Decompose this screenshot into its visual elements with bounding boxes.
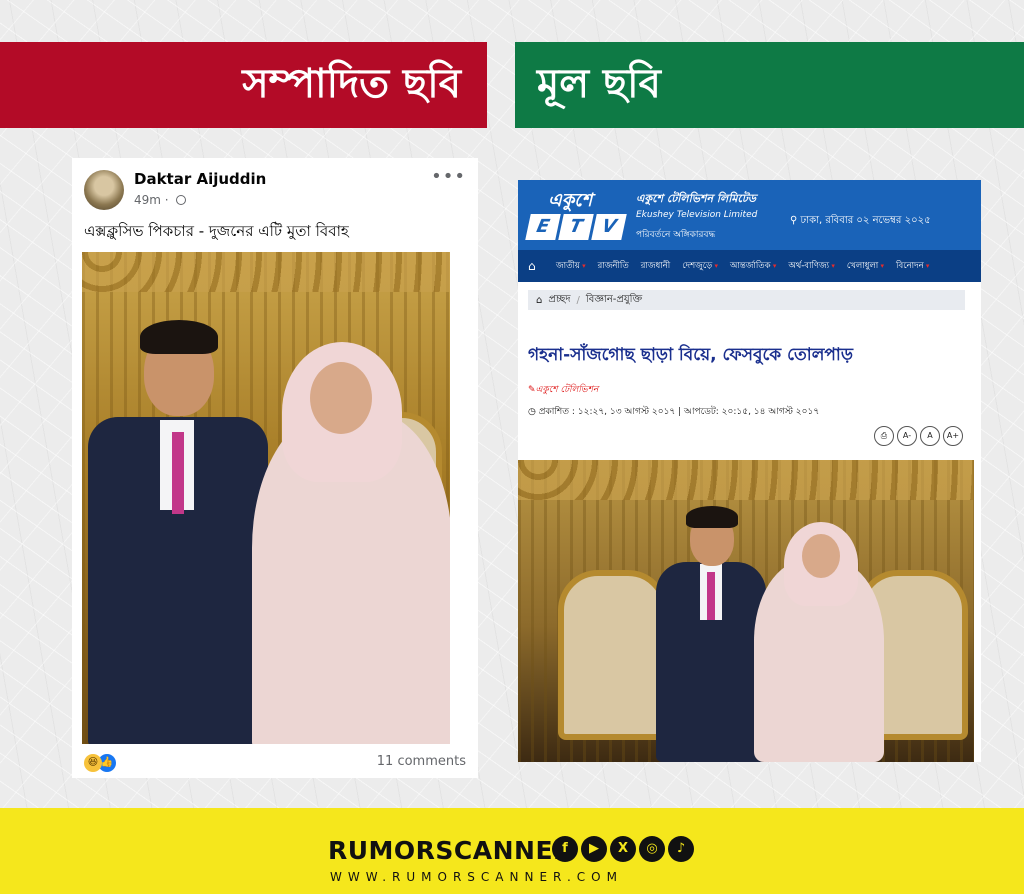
location-date-text: ঢাকা, রবিবার ০২ নভেম্বর ২০২৫ bbox=[800, 215, 931, 226]
facebook-icon[interactable]: f bbox=[552, 836, 578, 862]
haha-reaction-icon[interactable]: 😆 bbox=[84, 754, 102, 772]
print-icon[interactable]: ⎙ bbox=[874, 426, 894, 446]
avatar[interactable] bbox=[84, 170, 124, 210]
post-author[interactable]: Daktar Aijuddin bbox=[134, 170, 266, 188]
nav-item-sports[interactable]: খেলাধুলা bbox=[841, 259, 890, 273]
article-source[interactable]: ✎একুশে টেলিভিশন bbox=[528, 382, 598, 397]
globe-icon bbox=[176, 195, 187, 205]
groom-hair bbox=[686, 506, 738, 528]
home-icon[interactable]: ⌂ bbox=[528, 259, 550, 273]
etv-nav-bar: ⌂ জাতীয় রাজনীতি রাজধানী দেশজুড়ে আন্তর্… bbox=[518, 250, 981, 282]
curtain-decoration bbox=[82, 252, 450, 292]
post-time[interactable]: 49m · bbox=[134, 193, 169, 207]
rumorscanner-footer: RUMORSCANNER f ▶ X ◎ ♪ WWW.RUMORSCANNER.… bbox=[0, 808, 1024, 894]
nav-item-entertainment[interactable]: বিনোদন bbox=[890, 259, 935, 273]
facebook-post-card: Daktar Aijuddin 49m · ••• এক্সক্লুসিভ পি… bbox=[72, 158, 478, 778]
logo-letter: V bbox=[591, 214, 627, 240]
etv-logo-letters: E T V bbox=[525, 214, 627, 240]
x-icon[interactable]: X bbox=[610, 836, 636, 862]
groom-tie bbox=[707, 572, 715, 620]
bride-face bbox=[802, 534, 840, 578]
pencil-icon: ✎ bbox=[528, 385, 536, 395]
gold-chair-left bbox=[558, 570, 668, 740]
tiktok-icon[interactable]: ♪ bbox=[668, 836, 694, 862]
edited-photo-banner: সম্পাদিত ছবি bbox=[0, 42, 487, 128]
article-headline: গহনা-সাঁজগোছ ছাড়া বিয়ে, ফেসবুকে তোলপাড… bbox=[528, 345, 853, 365]
nav-item-national[interactable]: জাতীয় bbox=[550, 259, 592, 273]
home-icon[interactable]: ⌂ bbox=[536, 295, 542, 306]
breadcrumb-section[interactable]: বিজ্ঞান-প্রযুক্তি bbox=[586, 292, 642, 309]
article-source-text: একুশে টেলিভিশন bbox=[535, 385, 599, 395]
breadcrumb: ⌂ প্রচ্ছদ / বিজ্ঞান-প্রযুক্তি bbox=[528, 290, 965, 310]
etv-header: একুশে E T V একুশে টেলিভিশন লিমিটেড Ekush… bbox=[518, 180, 981, 250]
etv-logo[interactable]: একুশে E T V bbox=[525, 186, 633, 242]
breadcrumb-home[interactable]: প্রচ্ছদ bbox=[548, 292, 570, 309]
font-reset-button[interactable]: A bbox=[920, 426, 940, 446]
website-url[interactable]: WWW.RUMORSCANNER.COM bbox=[330, 870, 623, 884]
brand-name-english: Ekushey Television Limited bbox=[636, 210, 758, 220]
groom-tie bbox=[172, 432, 184, 514]
location-date: ⚲ ঢাকা, রবিবার ০২ নভেম্বর ২০২৫ bbox=[790, 213, 931, 230]
nav-item-capital[interactable]: রাজধানী bbox=[635, 259, 676, 273]
nav-item-international[interactable]: আন্তর্জাতিক bbox=[724, 259, 782, 273]
instagram-icon[interactable]: ◎ bbox=[639, 836, 665, 862]
logo-letter: E bbox=[525, 214, 561, 240]
font-increase-button[interactable]: A+ bbox=[943, 426, 963, 446]
etv-logo-bangla: একুশে bbox=[548, 190, 593, 211]
etv-article-screenshot: একুশে E T V একুশে টেলিভিশন লিমিটেড Ekush… bbox=[518, 180, 981, 762]
bride-face bbox=[310, 362, 372, 434]
original-photo-banner: মূল ছবি bbox=[515, 42, 1024, 128]
youtube-icon[interactable]: ▶ bbox=[581, 836, 607, 862]
post-caption: এক্সক্লুসিভ পিকচার - দুজনের এটি মুতা বিব… bbox=[84, 222, 349, 240]
post-header: Daktar Aijuddin 49m · ••• এক্সক্লুসিভ পি… bbox=[72, 158, 478, 250]
post-time-row: 49m · bbox=[134, 193, 187, 207]
article-tools: ⎙ A- A A+ bbox=[874, 426, 963, 446]
rumorscanner-logo: RUMORSCANNER bbox=[328, 836, 573, 865]
location-pin-icon: ⚲ bbox=[790, 215, 801, 226]
edited-wedding-photo[interactable] bbox=[82, 252, 450, 744]
original-wedding-photo[interactable] bbox=[518, 460, 974, 762]
article-timestamps: ◷ প্রকাশিত : ১২:২৭, ১৩ আগস্ট ২০১৭ | আপডে… bbox=[528, 404, 819, 419]
brand-tagline: পরিবর্তনে অঙ্গিকারবদ্ধ bbox=[636, 230, 716, 240]
groom-hair bbox=[140, 320, 218, 354]
edited-photo-title: সম্পাদিত ছবি bbox=[242, 60, 461, 107]
comments-count[interactable]: 11 comments bbox=[377, 754, 466, 769]
post-footer: 😆 👍 11 comments bbox=[72, 748, 478, 778]
breadcrumb-separator: / bbox=[576, 294, 580, 306]
logo-letter: T bbox=[558, 214, 594, 240]
original-photo-title: মূল ছবি bbox=[537, 60, 661, 107]
font-decrease-button[interactable]: A- bbox=[897, 426, 917, 446]
nav-item-country[interactable]: দেশজুড়ে bbox=[676, 259, 724, 273]
clock-icon: ◷ bbox=[528, 407, 539, 417]
nav-item-business[interactable]: অর্থ-বাণিজ্য bbox=[782, 259, 841, 273]
brand-name-bangla: একুশে টেলিভিশন লিমিটেড bbox=[636, 192, 756, 205]
nav-item-politics[interactable]: রাজনীতি bbox=[592, 259, 635, 273]
curtain-decoration bbox=[518, 460, 974, 500]
more-horizontal-icon[interactable]: ••• bbox=[431, 166, 466, 187]
social-icons: f ▶ X ◎ ♪ bbox=[552, 836, 694, 862]
article-timestamps-text: প্রকাশিত : ১২:২৭, ১৩ আগস্ট ২০১৭ | আপডেট:… bbox=[538, 407, 820, 417]
